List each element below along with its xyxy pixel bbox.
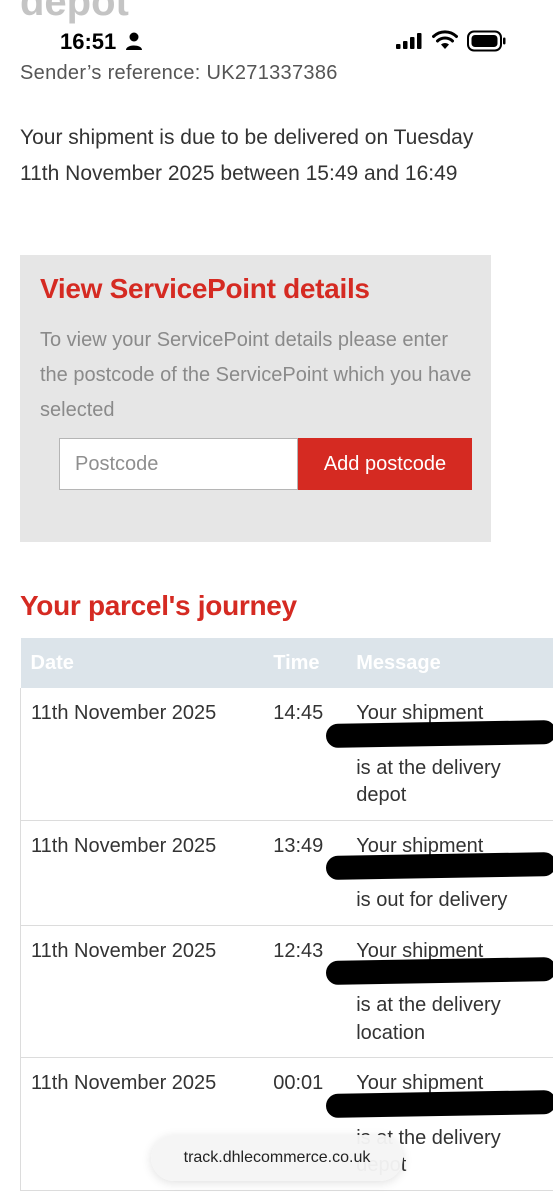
- servicepoint-description: To view your ServicePoint details please…: [40, 329, 472, 421]
- row-time: 14:45: [263, 688, 347, 821]
- add-postcode-button[interactable]: Add postcode: [298, 438, 472, 490]
- journey-row: 11th November 2025 13:49 Your shipment i…: [20, 820, 553, 926]
- postcode-input[interactable]: [59, 438, 298, 490]
- message-end: is out for delivery: [356, 889, 508, 911]
- redaction: [326, 851, 553, 887]
- wifi-icon: [432, 30, 458, 49]
- servicepoint-panel: View ServicePoint details To view your S…: [20, 255, 491, 542]
- redaction: [326, 1089, 553, 1125]
- row-date: 11th November 2025: [20, 688, 264, 821]
- row-date: 11th November 2025: [20, 820, 264, 926]
- header-date: Date: [20, 638, 264, 688]
- journey-row: 11th November 2025 12:43 Your shipment i…: [20, 925, 553, 1058]
- message-end: is at the delivery location: [356, 994, 501, 1044]
- signal-icon: [396, 33, 422, 49]
- delivery-window-message: Your shipment is due to be delivered on …: [20, 126, 474, 185]
- message-end: is at the delivery depot: [356, 756, 501, 807]
- header-time: Time: [263, 638, 347, 688]
- journey-row: 11th November 2025 14:45 Your shipment i…: [20, 688, 553, 821]
- browser-url-bar[interactable]: track.dhlecommerce.co.uk: [151, 1135, 403, 1181]
- journey-title: Your parcel's journey: [20, 590, 297, 621]
- status-time: 16:51: [60, 29, 117, 54]
- sender-reference: Sender’s reference: UK271337386: [20, 62, 338, 84]
- redaction: [326, 956, 553, 992]
- row-date: 11th November 2025: [20, 925, 264, 1058]
- row-message: Your shipment is at the delivery depot: [326, 688, 553, 821]
- servicepoint-title: View ServicePoint details: [40, 273, 370, 304]
- journey-table: Date Time Message 11th November 2025 14:…: [20, 638, 553, 1191]
- battery-icon: [467, 30, 506, 52]
- journey-table-header: Date Time Message: [20, 638, 553, 688]
- row-message: Your shipment is at the delivery locatio…: [326, 925, 553, 1058]
- header-message: Message: [346, 638, 553, 688]
- row-time: 12:43: [263, 925, 347, 1058]
- person-icon: [126, 32, 142, 50]
- status-bar: 16:51: [0, 0, 553, 70]
- redaction: [326, 719, 553, 755]
- row-message: Your shipment is out for delivery: [326, 820, 553, 926]
